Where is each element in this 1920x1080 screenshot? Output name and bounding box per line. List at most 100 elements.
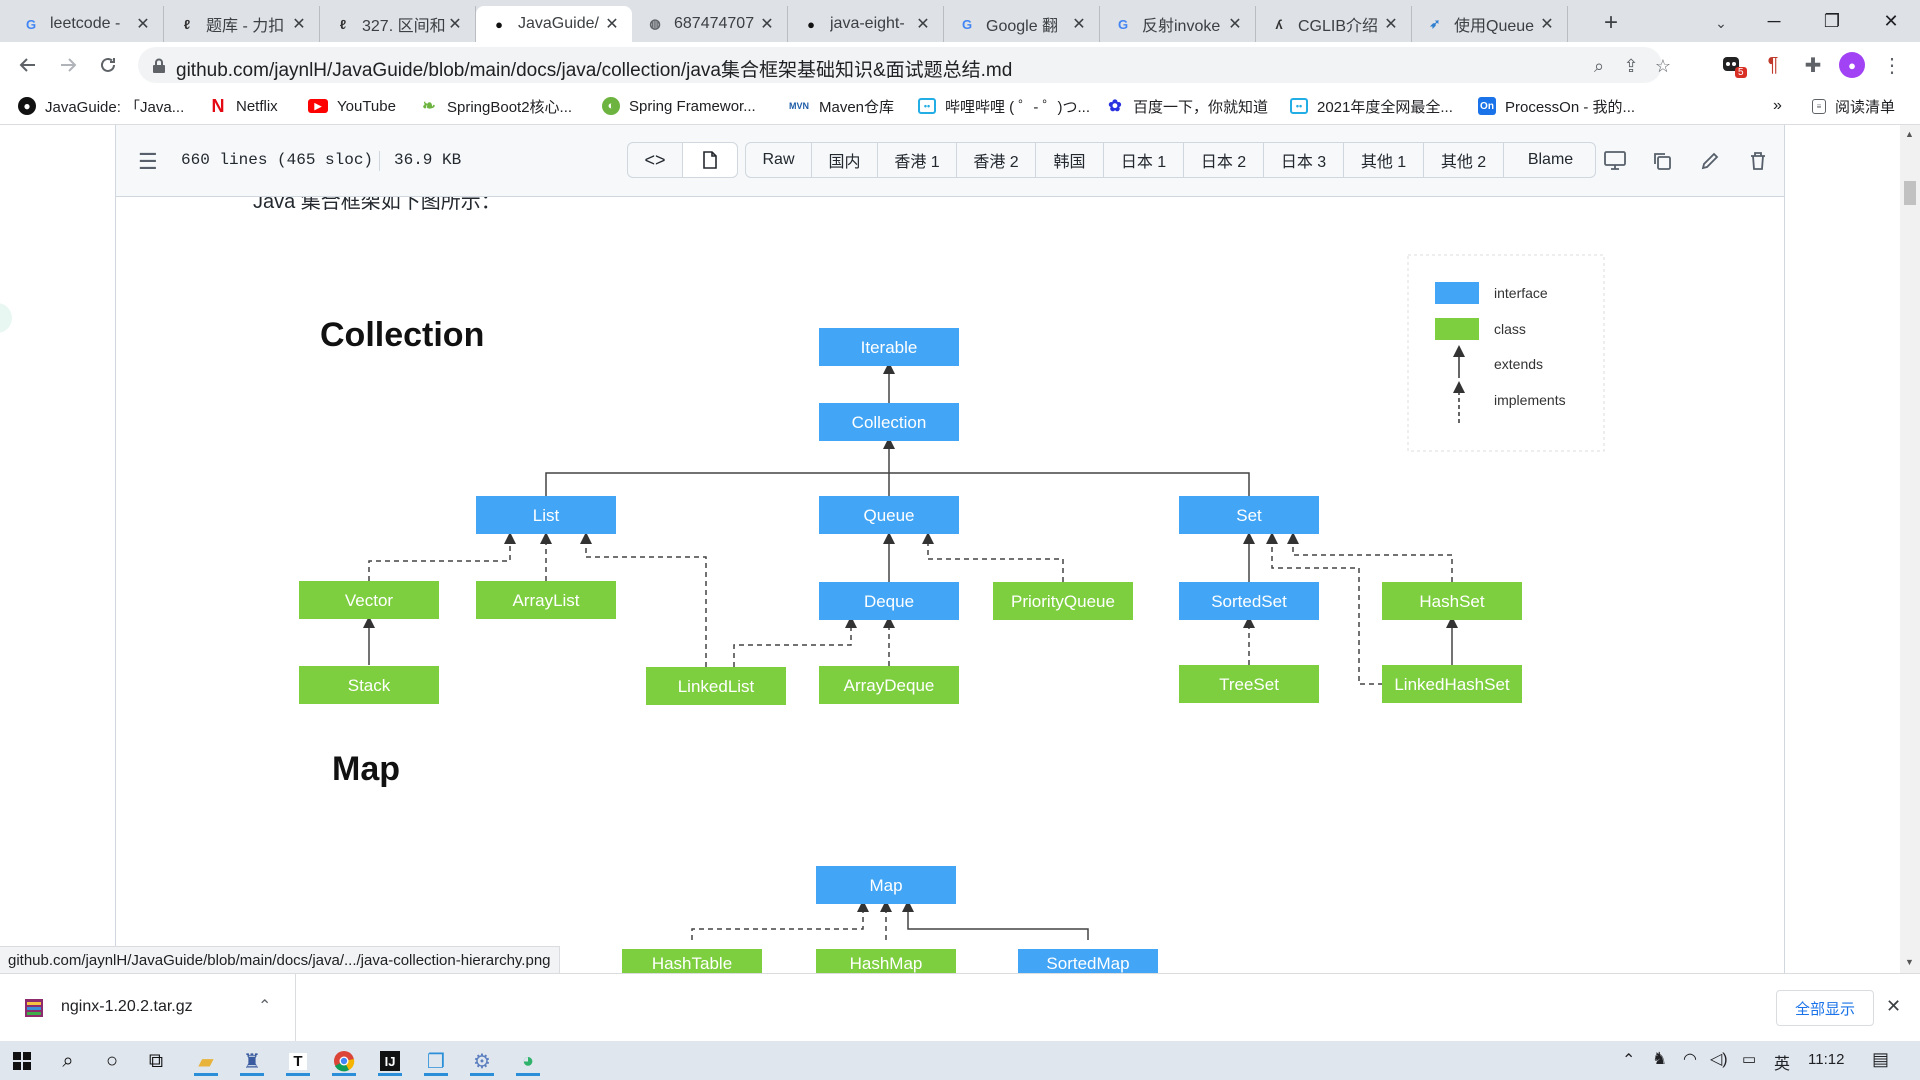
bookmark-javaguide[interactable]: ● JavaGuide: 「Java...: [18, 94, 184, 118]
close-window-button[interactable]: ✕: [1862, 0, 1920, 42]
browser-tab[interactable]: ℓ 题库 - 力扣 ✕: [164, 6, 320, 42]
show-all-downloads-button[interactable]: 全部显示: [1776, 990, 1874, 1026]
bookmarks-overflow-icon[interactable]: »: [1773, 94, 1782, 118]
ime-indicator[interactable]: 英: [1774, 1050, 1790, 1074]
extension-icon[interactable]: 5: [1716, 49, 1748, 81]
youtube-icon: ▶: [308, 99, 328, 113]
tab-title: JavaGuide/: [518, 15, 599, 32]
cortana-icon[interactable]: ○: [96, 1045, 128, 1077]
wifi-icon[interactable]: ◠: [1683, 1049, 1697, 1069]
task-view-icon[interactable]: ⧉: [140, 1045, 172, 1077]
edge-sortedmap-map: [902, 900, 1089, 940]
page-scrollbar[interactable]: ▲ ▼: [1900, 125, 1920, 973]
avatar[interactable]: ●: [1836, 49, 1868, 81]
maximize-button[interactable]: ❐: [1803, 0, 1861, 42]
intellij-icon[interactable]: IJ: [374, 1045, 406, 1077]
app-window-icon[interactable]: ❐: [420, 1045, 452, 1077]
app-green-icon[interactable]: ◕: [512, 1045, 544, 1077]
node-iterable-label: Iterable: [861, 338, 918, 357]
close-tab-icon[interactable]: ✕: [1225, 14, 1245, 34]
share-icon[interactable]: ⇪: [1620, 55, 1642, 77]
file-explorer-icon[interactable]: ▰: [190, 1045, 222, 1077]
bookmark-baidu[interactable]: ✿ 百度一下，你就知道: [1106, 94, 1268, 118]
minimize-button[interactable]: ─: [1745, 0, 1803, 42]
google-icon: G: [1117, 16, 1129, 32]
bookmark-netflix[interactable]: N Netflix: [209, 94, 278, 118]
app-blue-icon[interactable]: ♜: [236, 1045, 268, 1077]
back-button[interactable]: [12, 49, 44, 81]
bookmark-2021[interactable]: •• 2021年度全网最全...: [1290, 94, 1453, 118]
scroll-down-arrow[interactable]: ▼: [1905, 957, 1914, 967]
edge-hashset-set: [1287, 532, 1453, 582]
bookmark-bilibili[interactable]: •• 哔哩哔哩 ( ゜- ゜)つ...: [918, 94, 1090, 118]
typora-icon[interactable]: T: [282, 1045, 314, 1077]
close-tab-icon[interactable]: ✕: [602, 14, 622, 34]
close-tab-icon[interactable]: ✕: [1537, 14, 1557, 34]
browser-tab[interactable]: Gleetcode - ✕: [8, 6, 164, 42]
browser-tab[interactable]: ➶ 使用Queue ✕: [1412, 6, 1568, 42]
leetcode-icon: ℓ: [339, 16, 347, 32]
bookmark-youtube[interactable]: ▶ YouTube: [308, 94, 396, 118]
close-tab-icon[interactable]: ✕: [133, 14, 153, 34]
url-text[interactable]: github.com/jaynlH/JavaGuide/blob/main/do…: [176, 55, 1012, 82]
windows-start-icon[interactable]: [6, 1045, 38, 1077]
scrollbar-thumb[interactable]: [1904, 181, 1916, 205]
browser-tab[interactable]: ℓ 327. 区间和 ✕: [320, 6, 476, 42]
browser-tab[interactable]: G Google 翻 ✕: [944, 6, 1100, 42]
node-treeset-label: TreeSet: [1219, 675, 1279, 694]
tab-search-icon[interactable]: ⌄: [1706, 8, 1736, 38]
puzzle-icon[interactable]: ✚: [1797, 49, 1829, 81]
tab-title: leetcode -: [50, 15, 121, 32]
clock[interactable]: 11:12: [1808, 1051, 1844, 1068]
search-icon[interactable]: ⌕: [52, 1045, 84, 1077]
link-status-bubble: github.com/jaynlH/JavaGuide/blob/main/do…: [0, 946, 560, 974]
close-tab-icon[interactable]: ✕: [913, 14, 933, 34]
node-map-label: Map: [869, 876, 902, 895]
bookmark-maven[interactable]: MVN Maven仓库: [788, 94, 894, 118]
download-item[interactable]: nginx-1.20.2.tar.gz ⌃: [0, 974, 296, 1041]
close-tab-icon[interactable]: ✕: [289, 14, 309, 34]
battery-icon[interactable]: ▭: [1742, 1050, 1756, 1068]
tab-title: 题库 - 力扣: [206, 18, 285, 35]
reading-list-button[interactable]: ≡ 阅读清单: [1812, 94, 1895, 118]
pilcrow-extension-icon[interactable]: ¶: [1757, 49, 1789, 81]
browser-tab[interactable]: G 反射invoke ✕: [1100, 6, 1256, 42]
browser-tab[interactable]: ● java-eight- ✕: [788, 6, 944, 42]
new-tab-button[interactable]: +: [1596, 8, 1626, 38]
bookmark-star-icon[interactable]: ☆: [1652, 55, 1674, 77]
browser-tab[interactable]: ʎ CGLIB介绍 ✕: [1256, 6, 1412, 42]
reload-button[interactable]: [92, 49, 124, 81]
more-menu-icon[interactable]: ⋮: [1876, 49, 1908, 81]
volume-icon[interactable]: ◁): [1710, 1049, 1728, 1069]
bilibili-icon: ••: [1290, 98, 1308, 114]
close-tab-icon[interactable]: ✕: [445, 14, 465, 34]
node-deque-label: Deque: [864, 592, 914, 611]
close-tab-icon[interactable]: ✕: [757, 14, 777, 34]
browser-tab[interactable]: ◍ 687474707 ✕: [632, 6, 788, 42]
node-hashtable-label: HashTable: [652, 954, 732, 973]
close-tab-icon[interactable]: ✕: [1069, 14, 1089, 34]
windows-taskbar: ⌕ ○ ⧉ ▰ ♜ T IJ ❐ ⚙ ◕ ⌃ ♞ ◠ ◁) ▭ 英 11:12 …: [0, 1041, 1920, 1080]
node-hashset-label: HashSet: [1419, 592, 1484, 611]
notification-icon[interactable]: ▤: [1872, 1049, 1889, 1070]
close-tab-icon[interactable]: ✕: [1381, 14, 1401, 34]
qq-icon[interactable]: ♞: [1652, 1049, 1667, 1069]
node-linkedlist-label: LinkedList: [678, 677, 755, 696]
address-bar[interactable]: github.com/jaynlH/JavaGuide/blob/main/do…: [138, 47, 1671, 83]
arrow-right-icon: [61, 58, 77, 72]
lock-icon[interactable]: [148, 55, 170, 77]
close-download-bar-icon[interactable]: ✕: [1886, 996, 1901, 1017]
bookmark-spring-framework[interactable]: ◐ Spring Framewor...: [602, 94, 756, 118]
tab-title: 327. 区间和: [362, 18, 445, 35]
chrome-icon[interactable]: [328, 1045, 360, 1077]
chevron-up-icon[interactable]: ⌃: [258, 996, 271, 1016]
app-network-icon[interactable]: ⚙: [466, 1045, 498, 1077]
bookmark-processon[interactable]: On ProcessOn - 我的...: [1478, 94, 1635, 118]
tray-expand-icon[interactable]: ⌃: [1622, 1050, 1635, 1070]
browser-tab[interactable]: ● JavaGuide/✕: [476, 6, 632, 42]
zoom-icon[interactable]: ⌕: [1588, 55, 1610, 77]
scroll-up-arrow[interactable]: ▲: [1905, 129, 1914, 139]
forward-button[interactable]: [52, 49, 84, 81]
edge-priorityqueue-queue: [922, 532, 1064, 582]
bookmark-springboot[interactable]: ❧ SpringBoot2核心...: [420, 94, 572, 118]
